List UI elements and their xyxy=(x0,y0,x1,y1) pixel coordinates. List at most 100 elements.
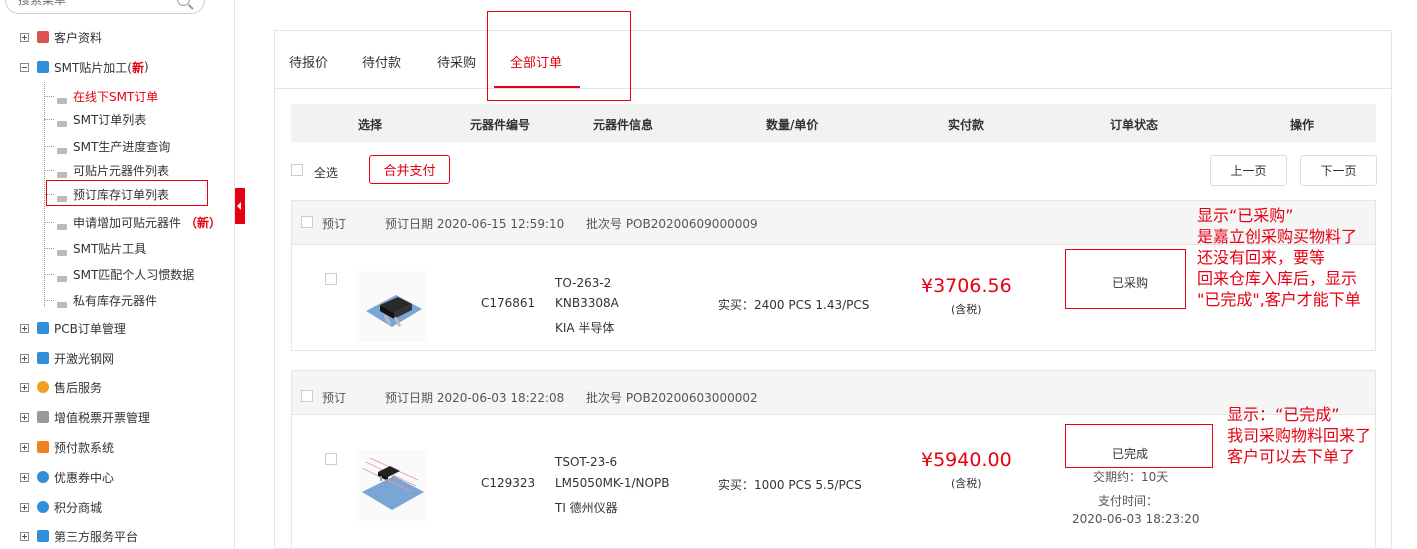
part-model: LM5050MK-1/NOPB xyxy=(555,476,670,490)
points-icon xyxy=(37,501,49,513)
order-type-checkbox[interactable] xyxy=(301,216,313,228)
sidebar-item-label: 申请增加可贴元器件 xyxy=(73,215,182,230)
sidebar-item-smt-habit-data[interactable]: SMT匹配个人习惯数据 xyxy=(0,262,235,286)
expand-icon[interactable] xyxy=(20,382,29,392)
document-icon xyxy=(57,249,67,256)
document-icon xyxy=(57,301,67,308)
sidebar-group-invoice[interactable]: 增值税票开票管理 xyxy=(0,402,235,432)
annotation-line: 显示：“已完成” xyxy=(1227,405,1340,424)
tab-pending-quote[interactable]: 待报价 xyxy=(289,52,328,71)
sidebar-group-label: 增值税票开票管理 xyxy=(54,410,151,425)
pay-time: 2020-06-03 18:23:20 xyxy=(1072,512,1200,526)
expand-icon[interactable] xyxy=(20,502,29,512)
sidebar-group-stencil[interactable]: 开激光钢网 xyxy=(0,343,235,373)
annotation-line: 回来仓库入库后，显示 xyxy=(1197,269,1358,288)
column-actions: 操作 xyxy=(1290,118,1315,132)
order-batch: 批次号 POB20200603000002 xyxy=(586,391,758,405)
paid-amount: ¥5940.00 xyxy=(921,449,1012,471)
sidebar-collapse-handle[interactable] xyxy=(235,188,245,224)
sidebar-group-label: 预付款系统 xyxy=(54,440,115,455)
sidebar-group-pcb[interactable]: PCB订单管理 xyxy=(0,313,235,343)
sidebar-item-label: SMT生产进度查询 xyxy=(73,139,171,154)
search-icon[interactable] xyxy=(177,0,190,6)
document-icon xyxy=(57,120,67,127)
sidebar-group-label: 开激光钢网 xyxy=(54,351,115,366)
sidebar-group-after-sales[interactable]: 售后服务 xyxy=(0,372,235,402)
sidebar-group-label: 售后服务 xyxy=(54,380,103,395)
sidebar-item-mountable-parts[interactable]: 可贴片元器件列表 xyxy=(0,158,235,182)
column-part-info: 元器件信息 xyxy=(593,118,654,132)
order-date: 预订日期 2020-06-03 18:22:08 xyxy=(385,391,565,405)
sidebar-group-label: 积分商城 xyxy=(54,500,103,515)
sidebar-group-points-mall[interactable]: 积分商城 xyxy=(0,492,235,522)
annotation-purchased: 显示“已采购” 是嘉立创采购买物料了 还没有回来，要等 回来仓库入库后，显示 "… xyxy=(1197,205,1361,310)
order-date: 预订日期 2020-06-15 12:59:10 xyxy=(385,217,565,231)
order-batch: 批次号 POB20200609000009 xyxy=(586,217,758,231)
order-row-checkbox[interactable] xyxy=(325,273,337,285)
tax-note: (含税) xyxy=(951,477,982,490)
order-type-checkbox[interactable] xyxy=(301,390,313,402)
document-icon xyxy=(57,223,67,230)
sidebar-group-customer[interactable]: 客户资料 xyxy=(0,22,235,52)
annotation-completed: 显示：“已完成” 我司采购物料回来了 客户可以去下单了 xyxy=(1227,404,1371,467)
sidebar-group-label: 客户资料 xyxy=(54,30,103,45)
part-model: KNB3308A xyxy=(555,296,619,310)
sidebar: 客户资料 SMT贴片加工(新) 在线下SMT订单 SMT订单列表 SMT生产进度… xyxy=(0,0,235,549)
pay-time-label: 支付时间： xyxy=(1098,494,1159,508)
pcb-icon xyxy=(37,322,49,334)
sidebar-item-request-parts[interactable]: 申请增加可贴元器件 （新） xyxy=(0,210,235,234)
expand-icon[interactable] xyxy=(20,353,29,363)
select-all-label: 全选 xyxy=(314,166,339,180)
annotation-line: 客户可以去下单了 xyxy=(1227,447,1356,466)
highlight-frame-status-completed xyxy=(1065,424,1213,468)
sidebar-group-third-party[interactable]: 第三方服务平台 xyxy=(0,521,235,549)
paren-close: ) xyxy=(144,60,149,74)
select-all-checkbox[interactable] xyxy=(291,164,303,176)
sidebar-item-private-stock[interactable]: 私有库存元器件 xyxy=(0,288,235,312)
new-badge: （新） xyxy=(185,215,222,230)
expand-icon[interactable] xyxy=(20,32,29,42)
delivery-time: 交期约：10天 xyxy=(1093,470,1169,484)
part-brand: KIA 半导体 xyxy=(555,321,615,335)
expand-icon[interactable] xyxy=(20,412,29,422)
sidebar-item-online-smt-order[interactable]: 在线下SMT订单 xyxy=(0,84,235,108)
sidebar-item-label: 在线下SMT订单 xyxy=(73,89,159,104)
prev-page-button[interactable]: 上一页 xyxy=(1210,155,1287,186)
tab-pending-purchase[interactable]: 待采购 xyxy=(437,52,476,71)
tab-pending-payment[interactable]: 待付款 xyxy=(362,52,401,71)
column-qty-price: 数量/单价 xyxy=(766,118,819,132)
part-code: C176861 xyxy=(481,296,536,310)
expand-icon[interactable] xyxy=(20,323,29,333)
expand-icon[interactable] xyxy=(20,472,29,482)
part-code: C129323 xyxy=(481,476,536,490)
sidebar-group-prepay[interactable]: 预付款系统 xyxy=(0,432,235,462)
document-icon xyxy=(57,275,67,282)
wallet-icon xyxy=(37,441,49,453)
sidebar-group-coupon[interactable]: 优惠券中心 xyxy=(0,462,235,492)
column-order-status: 订单状态 xyxy=(1110,118,1159,132)
invoice-icon xyxy=(37,411,49,423)
next-page-button[interactable]: 下一页 xyxy=(1300,155,1377,186)
column-paid: 实付款 xyxy=(948,118,985,132)
sidebar-item-smt-progress[interactable]: SMT生产进度查询 xyxy=(0,134,235,158)
sidebar-item-smt-order-list[interactable]: SMT订单列表 xyxy=(0,107,235,131)
expand-icon[interactable] xyxy=(20,442,29,452)
platform-icon xyxy=(37,530,49,542)
paid-amount: ¥3706.56 xyxy=(921,275,1012,297)
sidebar-group-label: PCB订单管理 xyxy=(54,321,126,336)
highlight-frame-status-purchased xyxy=(1065,249,1186,309)
merge-pay-button[interactable]: 合并支付 xyxy=(369,155,450,184)
sidebar-item-label: SMT订单列表 xyxy=(73,112,147,127)
sidebar-item-smt-tools[interactable]: SMT贴片工具 xyxy=(0,236,235,260)
collapse-icon[interactable] xyxy=(20,62,29,72)
sidebar-group-smt[interactable]: SMT贴片加工(新) xyxy=(0,52,235,82)
order-type: 预订 xyxy=(322,217,347,231)
menu-search-input[interactable] xyxy=(6,0,166,13)
sidebar-item-label: 私有库存元器件 xyxy=(73,293,158,308)
sidebar-item-label: 可贴片元器件列表 xyxy=(73,163,170,178)
expand-icon[interactable] xyxy=(20,531,29,541)
part-brand: TI 德州仪器 xyxy=(555,501,618,515)
table-header xyxy=(291,104,1376,142)
menu-search-box[interactable] xyxy=(5,0,205,14)
order-row-checkbox[interactable] xyxy=(325,453,337,465)
